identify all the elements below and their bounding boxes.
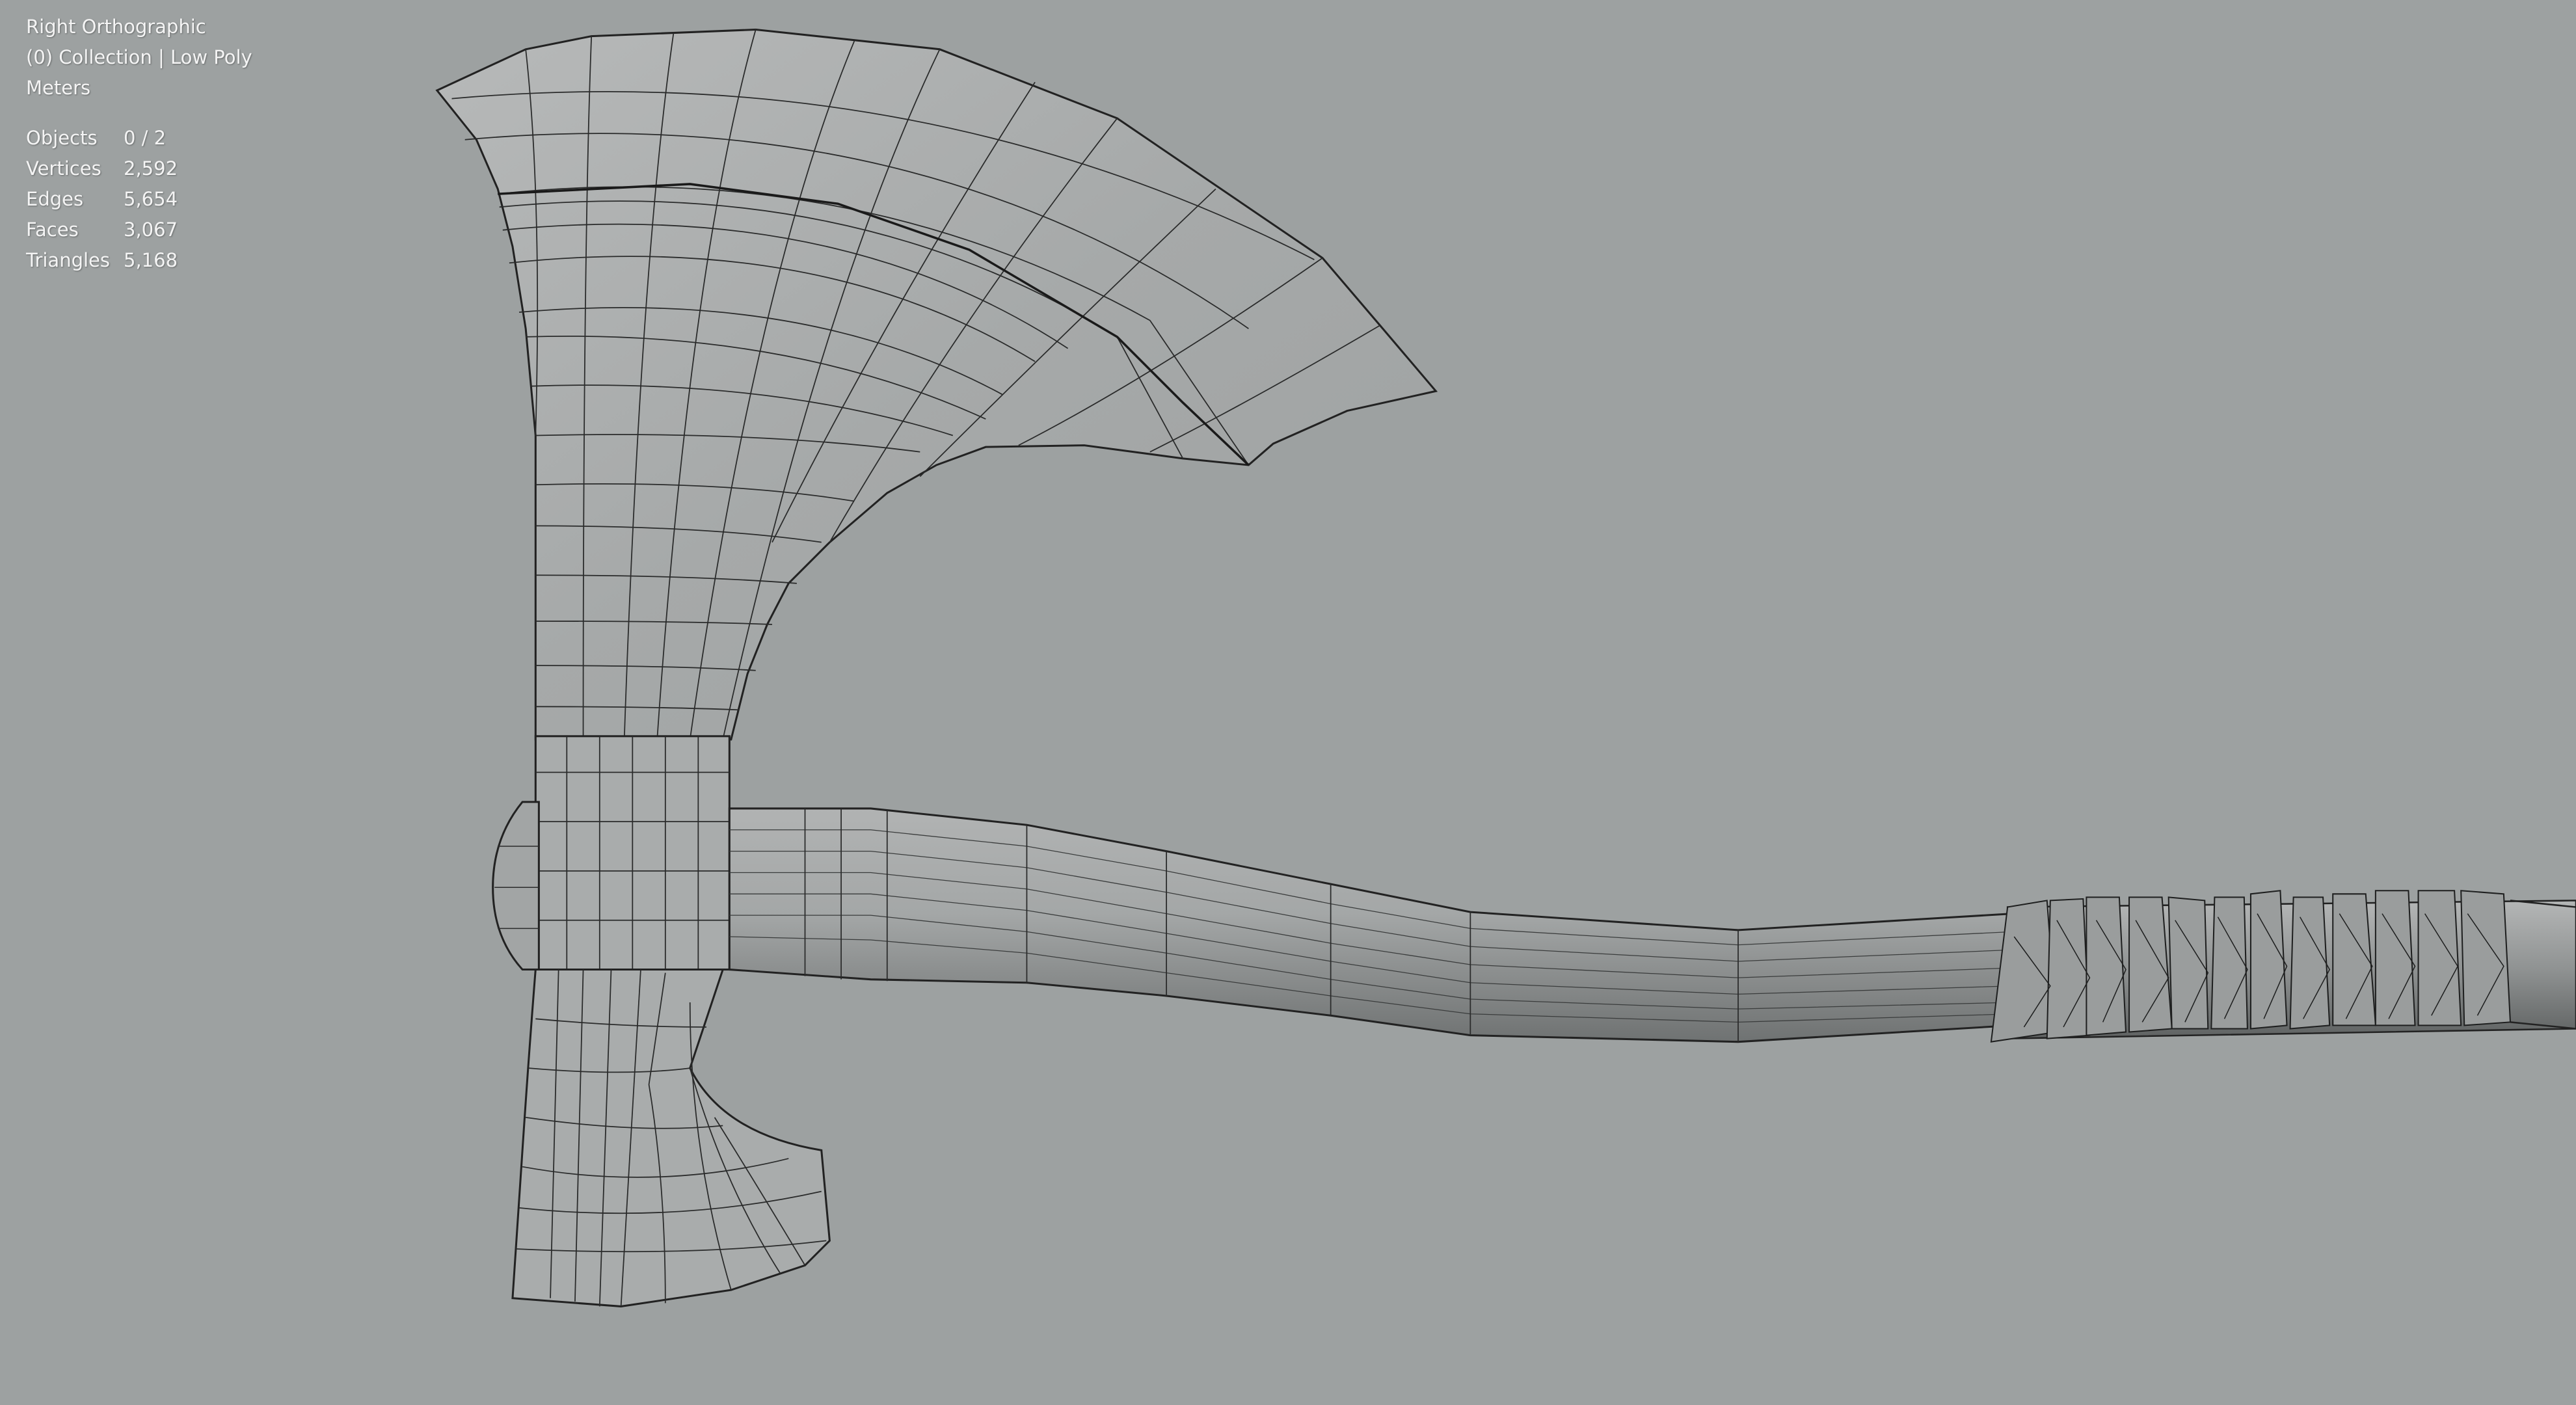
- stat-label: Edges: [26, 188, 84, 210]
- view-name-label: Right Orthographic: [26, 16, 206, 38]
- axe-eye[interactable]: [492, 735, 731, 971]
- stat-label: Vertices: [26, 157, 101, 180]
- upper-blade[interactable]: [435, 28, 1438, 741]
- stat-value: 3,067: [124, 219, 178, 241]
- stat-row-vertices: Vertices 2,592: [26, 154, 252, 184]
- lower-blade[interactable]: [511, 969, 831, 1307]
- stat-row-faces: Faces 3,067: [26, 215, 252, 245]
- handle-grip-wrap[interactable]: [1990, 890, 2576, 1043]
- stat-value: 5,168: [124, 249, 178, 271]
- 3d-viewport[interactable]: Right Orthographic (0) Collection | Low …: [0, 0, 2576, 1405]
- stat-value: 0 / 2: [124, 127, 167, 149]
- stat-value: 2,592: [124, 157, 178, 180]
- collection-info-label: (0) Collection | Low Poly: [26, 46, 252, 68]
- viewport-text-overlay: Right Orthographic (0) Collection | Low …: [26, 12, 252, 276]
- scene-statistics: Objects 0 / 2 Vertices 2,592 Edges 5,654…: [26, 123, 252, 276]
- axe-mesh[interactable]: [0, 0, 2576, 1405]
- axe-handle[interactable]: [728, 807, 2014, 1043]
- stat-row-edges: Edges 5,654: [26, 184, 252, 215]
- stat-label: Triangles: [26, 249, 110, 271]
- stat-row-objects: Objects 0 / 2: [26, 123, 252, 154]
- stat-label: Faces: [26, 219, 79, 241]
- units-label: Meters: [26, 77, 91, 99]
- stat-row-triangles: Triangles 5,168: [26, 245, 252, 276]
- stat-label: Objects: [26, 127, 98, 149]
- stat-value: 5,654: [124, 188, 178, 210]
